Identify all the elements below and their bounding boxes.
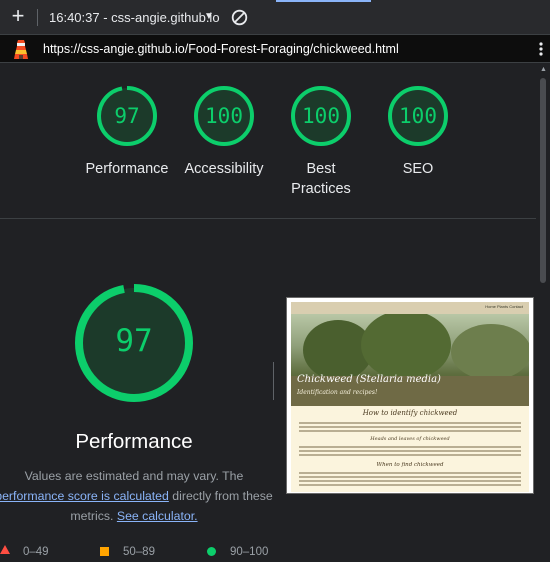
scroll-up-arrow-icon[interactable]: ▲ [540, 66, 547, 73]
block-icon[interactable] [231, 9, 248, 26]
final-screenshot-thumbnail[interactable]: Home Plants Contact Chickweed (Stellaria… [286, 297, 534, 494]
thumbnail-nav: Home Plants Contact [291, 302, 529, 314]
accessibility-score-label[interactable]: Accessibility [169, 159, 279, 179]
thumbnail-body: How to identify chickweed Heads and leav… [291, 406, 529, 492]
thumbnail-heading-2: Heads and leaves of chickweed [370, 436, 450, 442]
legend-average-range: 50–89 [123, 546, 155, 558]
seo-score-value: 100 [399, 104, 437, 128]
accessibility-score-value: 100 [205, 104, 243, 128]
best-practices-score-gauge[interactable]: 100 [289, 84, 353, 148]
performance-score-value: 97 [114, 104, 140, 128]
thumbnail-heading-1: How to identify chickweed [362, 409, 458, 417]
performance-main-gauge: 97 [74, 283, 194, 403]
legend-pass-range: 90–100 [230, 546, 269, 558]
best-practices-score-label[interactable]: Best Practices [266, 159, 376, 199]
performance-score-label[interactable]: Performance [72, 159, 182, 179]
best-practices-label-line1: Best [306, 161, 336, 177]
legend-fail-range: 0–49 [23, 546, 49, 558]
desc-text-1: Values are estimated and may vary. The [24, 469, 244, 483]
performance-main-score: 97 [115, 323, 153, 359]
see-calculator-link[interactable]: See calculator. [117, 509, 198, 523]
score-calculated-link[interactable]: performance score is calculated [0, 489, 169, 503]
accessibility-score-gauge[interactable]: 100 [192, 84, 256, 148]
thumbnail-hero-title: Chickweed (Stellaria media) [297, 374, 441, 385]
scrollbar-thumb[interactable] [540, 78, 546, 283]
thumbnail-hero-subtitle: Identification and recipes! [297, 389, 378, 396]
desc-text-3: metrics. [70, 509, 114, 523]
average-square-icon [100, 547, 109, 556]
performance-description: Values are estimated and may vary. The p… [0, 466, 274, 526]
desc-text-2: directly from these [172, 489, 273, 503]
lighthouse-icon [12, 40, 30, 60]
seo-score-gauge[interactable]: 100 [386, 84, 450, 148]
report-selector[interactable]: 16:40:37 - css-angie.github.io [49, 10, 220, 26]
new-report-button[interactable]: + [8, 5, 28, 27]
chevron-down-icon[interactable]: ▼ [204, 11, 214, 22]
section-divider [0, 218, 536, 219]
thumbnail-hero-image: Chickweed (Stellaria media) Identificati… [291, 314, 529, 406]
active-tab-indicator [276, 0, 371, 2]
performance-title: Performance [75, 430, 193, 453]
best-practices-label-line2: Practices [291, 181, 351, 197]
performance-score-gauge[interactable]: 97 [95, 84, 159, 148]
page-url[interactable]: https://css-angie.github.io/Food-Forest-… [43, 41, 399, 57]
seo-score-label[interactable]: SEO [363, 159, 473, 179]
fail-triangle-icon [0, 545, 10, 554]
devtools-toolbar: + 16:40:37 - css-angie.github.io ▼ [0, 0, 550, 35]
kebab-menu-icon[interactable] [538, 41, 544, 57]
thumbnail-heading-3: When to find chickweed [376, 462, 444, 468]
pass-circle-icon [207, 547, 216, 556]
url-bar: https://css-angie.github.io/Food-Forest-… [0, 35, 550, 63]
vertical-divider [273, 362, 274, 400]
best-practices-score-value: 100 [302, 104, 340, 128]
toolbar-divider [37, 9, 38, 26]
thumbnail-nav-links: Home Plants Contact [485, 304, 523, 309]
